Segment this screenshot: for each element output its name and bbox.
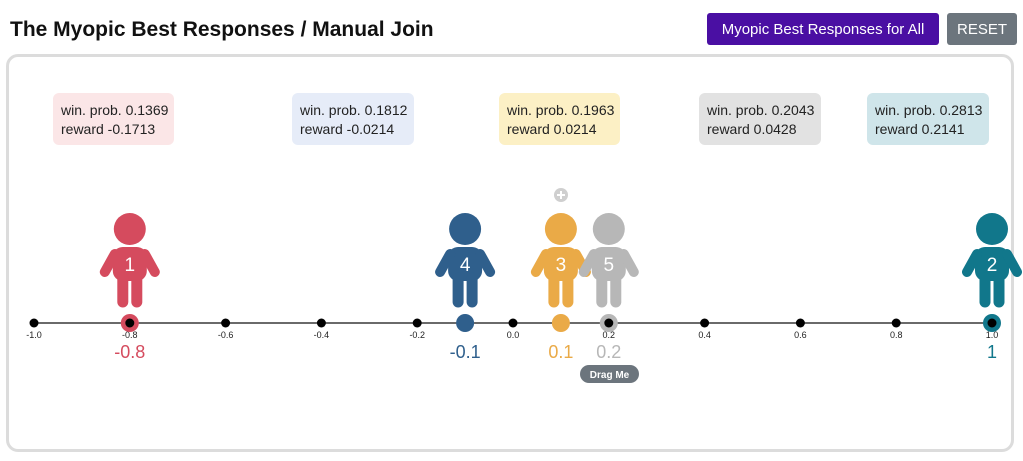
player-1-position-label: -0.8	[114, 342, 145, 362]
axis-tick-label: 0.8	[890, 330, 903, 340]
player-3-position-marker[interactable]	[551, 314, 570, 332]
position-line-canvas: -1.0 -0.8 -0.6 -0.4 -0.2 0.0 0.2 0.4 0.6 0.8 1.0 -…	[26, 188, 1022, 383]
axis-tick-dot	[795, 318, 805, 328]
axis-tick-label: -0.2	[409, 330, 425, 340]
player-4-position-label: -0.1	[450, 342, 481, 362]
player-2-position-marker[interactable]	[983, 314, 1001, 332]
plus-circle-icon[interactable]	[554, 188, 568, 202]
axis-tick-dot	[412, 318, 422, 328]
drag-me-badge[interactable]: Drag Me	[580, 365, 639, 383]
axis-tick-dot	[221, 318, 231, 328]
player-5-position-label: 0.2	[596, 342, 621, 362]
player-4-position-marker[interactable]	[456, 314, 475, 332]
player-1-position-marker[interactable]	[120, 314, 139, 332]
axis-tick-label: 0.6	[794, 330, 807, 340]
axis-tick-label: 0.4	[698, 330, 711, 340]
player-1-figure[interactable]: 1	[99, 213, 160, 308]
axis-tick-dot	[700, 318, 710, 328]
player-3-figure[interactable]: 3	[530, 213, 591, 308]
axis-tick-dot	[29, 318, 39, 328]
axis-tick-label: -0.6	[218, 330, 234, 340]
player-5-position-marker[interactable]	[599, 314, 618, 332]
axis-tick-dot	[508, 318, 518, 328]
player-3-position-label: 0.1	[548, 342, 573, 362]
player-2-number: 2	[987, 255, 998, 276]
drag-me-label: Drag Me	[590, 370, 630, 381]
axis-tick-dot	[316, 318, 326, 328]
axis-tick-label: 0.0	[507, 330, 520, 340]
player-5-number: 5	[604, 255, 615, 276]
player-1-number: 1	[125, 255, 136, 276]
axis-tick-label: -1.0	[26, 330, 42, 340]
player-4-figure[interactable]: 4	[435, 213, 496, 308]
axis-tick-dot	[891, 318, 901, 328]
player-4-number: 4	[460, 255, 471, 276]
player-5-figure[interactable]: 5	[578, 213, 639, 308]
player-3-number: 3	[556, 255, 567, 276]
player-2-figure[interactable]: 2	[962, 213, 1022, 308]
axis-tick-label: -0.4	[314, 330, 330, 340]
player-2-position-label: 1	[987, 342, 997, 362]
